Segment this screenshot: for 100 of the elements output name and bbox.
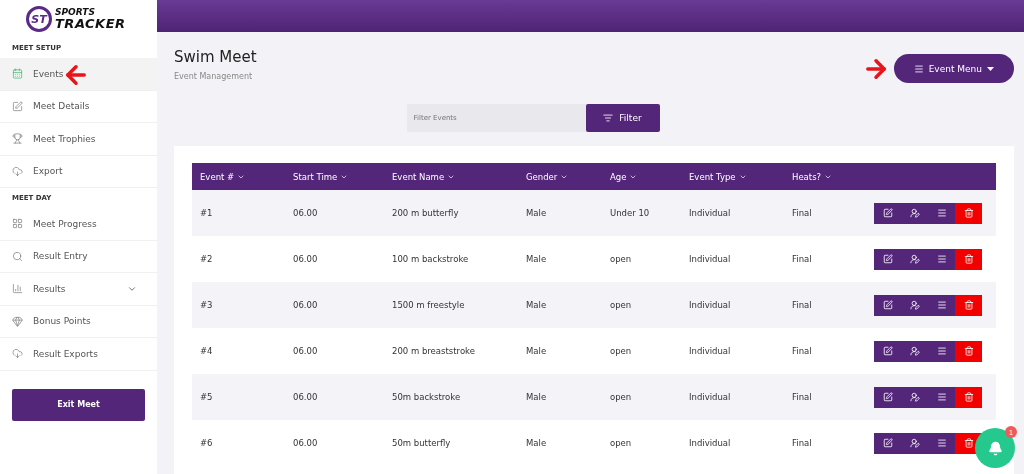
table-cell-text: Individual xyxy=(689,346,732,356)
delete-button[interactable] xyxy=(955,294,982,316)
user-icon xyxy=(909,208,920,218)
table-cell-text: Final xyxy=(792,346,813,356)
table-cell-text: 06.00 xyxy=(293,346,319,356)
sidebar-item[interactable]: Events xyxy=(0,58,157,91)
table-cell-text: Male xyxy=(526,300,548,310)
menu-icon xyxy=(936,392,947,402)
delete-button[interactable] xyxy=(955,248,982,270)
edit-icon xyxy=(12,100,23,112)
page-subtitle: Event Management xyxy=(174,72,254,81)
table-cell-text: Final xyxy=(792,300,813,310)
column-header[interactable]: Event Type xyxy=(689,171,792,182)
table-cell-text: Final xyxy=(792,392,813,402)
cloud-icon xyxy=(12,165,23,177)
table-cell-text: 06.00 xyxy=(293,438,319,448)
edit-icon xyxy=(882,392,893,402)
event-menu-button[interactable]: Event Menu xyxy=(893,54,1014,83)
delete-button[interactable] xyxy=(955,386,982,408)
table-cell-text: #3 xyxy=(200,300,214,310)
search-icon xyxy=(12,250,23,262)
trash-icon xyxy=(963,392,974,402)
cloud-icon xyxy=(12,348,23,360)
table-cell-text: 06.00 xyxy=(293,208,319,218)
trash-icon xyxy=(963,300,974,310)
column-header[interactable]: Event Name xyxy=(392,171,526,182)
edit-button[interactable] xyxy=(874,248,901,270)
edit-icon xyxy=(882,346,893,356)
table-cell-text: #2 xyxy=(200,254,214,264)
menu-icon xyxy=(936,346,947,356)
trash-icon xyxy=(963,208,974,218)
table-cell-text: Under 10 xyxy=(610,208,651,218)
user-icon xyxy=(909,392,920,402)
table-cell-text: 200 m butterfly xyxy=(392,208,460,218)
user-icon xyxy=(909,300,920,310)
menu-button[interactable] xyxy=(928,202,955,224)
menu-button[interactable] xyxy=(928,248,955,270)
edit-icon xyxy=(882,300,893,310)
table-cell-text: open xyxy=(610,300,633,310)
menu-icon xyxy=(936,208,947,218)
sidebar-label: Meet Details xyxy=(33,101,91,112)
logo-mark: ST xyxy=(26,6,52,32)
logo-text: TRACKER xyxy=(55,17,126,30)
table-cell-text: 50m butterfly xyxy=(392,438,452,448)
user-icon xyxy=(909,254,920,264)
gem-icon xyxy=(12,315,23,327)
sidebar-label: Meet Progress xyxy=(33,218,98,229)
exit-meet-button[interactable]: Exit Meet xyxy=(12,388,145,421)
table-cell-text: 1500 m freestyle xyxy=(392,300,466,310)
table-cell-text: 06.00 xyxy=(293,300,319,310)
menu-button[interactable] xyxy=(928,294,955,316)
table-cell-text: #5 xyxy=(200,392,214,402)
sidebar-label: Result Exports xyxy=(33,348,99,359)
table-cell-text: #4 xyxy=(200,346,214,356)
sidebar-label: Events xyxy=(33,68,65,79)
user-icon xyxy=(909,346,920,356)
menu-button[interactable] xyxy=(928,386,955,408)
table-cell-text: open xyxy=(610,392,633,402)
table-cell-text: Final xyxy=(792,438,813,448)
menu-icon xyxy=(936,438,947,448)
bell-icon xyxy=(987,440,1003,456)
menu-icon xyxy=(936,300,947,310)
table-cell-text: Male xyxy=(526,208,548,218)
table-cell-text: #6 xyxy=(200,438,214,448)
delete-button[interactable] xyxy=(955,202,982,224)
table-cell-text: open xyxy=(610,346,633,356)
edit-button[interactable] xyxy=(874,340,901,362)
edit-button[interactable] xyxy=(874,432,901,454)
table-cell-text: Final xyxy=(792,254,813,264)
sidebar-label: Results xyxy=(33,283,67,294)
page-title: Swim Meet xyxy=(174,48,257,66)
table-cell-text: 06.00 xyxy=(293,392,319,402)
edit-icon xyxy=(882,438,893,448)
trophy-icon xyxy=(12,133,23,145)
sidebar-label: Export xyxy=(33,166,64,177)
user-icon xyxy=(909,438,920,448)
column-header[interactable]: Event # xyxy=(200,171,293,182)
edit-button[interactable] xyxy=(874,386,901,408)
menu-button[interactable] xyxy=(928,432,955,454)
table-cell-text: Individual xyxy=(689,392,732,402)
column-header[interactable]: Start Time xyxy=(293,171,392,182)
table-cell-text: Male xyxy=(526,346,548,356)
menu-button[interactable] xyxy=(928,340,955,362)
column-header[interactable]: Gender xyxy=(526,171,610,182)
table-cell-text: Final xyxy=(792,208,813,218)
table-cell-text: Male xyxy=(526,438,548,448)
caret-icon xyxy=(987,66,994,71)
menu-icon xyxy=(913,63,924,74)
sidebar-label: Bonus Points xyxy=(33,316,92,327)
filter-button[interactable]: Filter xyxy=(585,104,660,132)
column-header[interactable]: Heats? xyxy=(792,171,873,182)
bar-chart-icon xyxy=(12,283,23,295)
column-header[interactable]: Age xyxy=(610,171,689,182)
edit-button[interactable] xyxy=(874,202,901,224)
trash-icon xyxy=(963,254,974,264)
edit-button[interactable] xyxy=(874,294,901,316)
logo-text: SPORTS xyxy=(55,8,96,17)
table-cell-text: Male xyxy=(526,392,548,402)
delete-button[interactable] xyxy=(955,340,982,362)
table-cell-text: open xyxy=(610,438,633,448)
